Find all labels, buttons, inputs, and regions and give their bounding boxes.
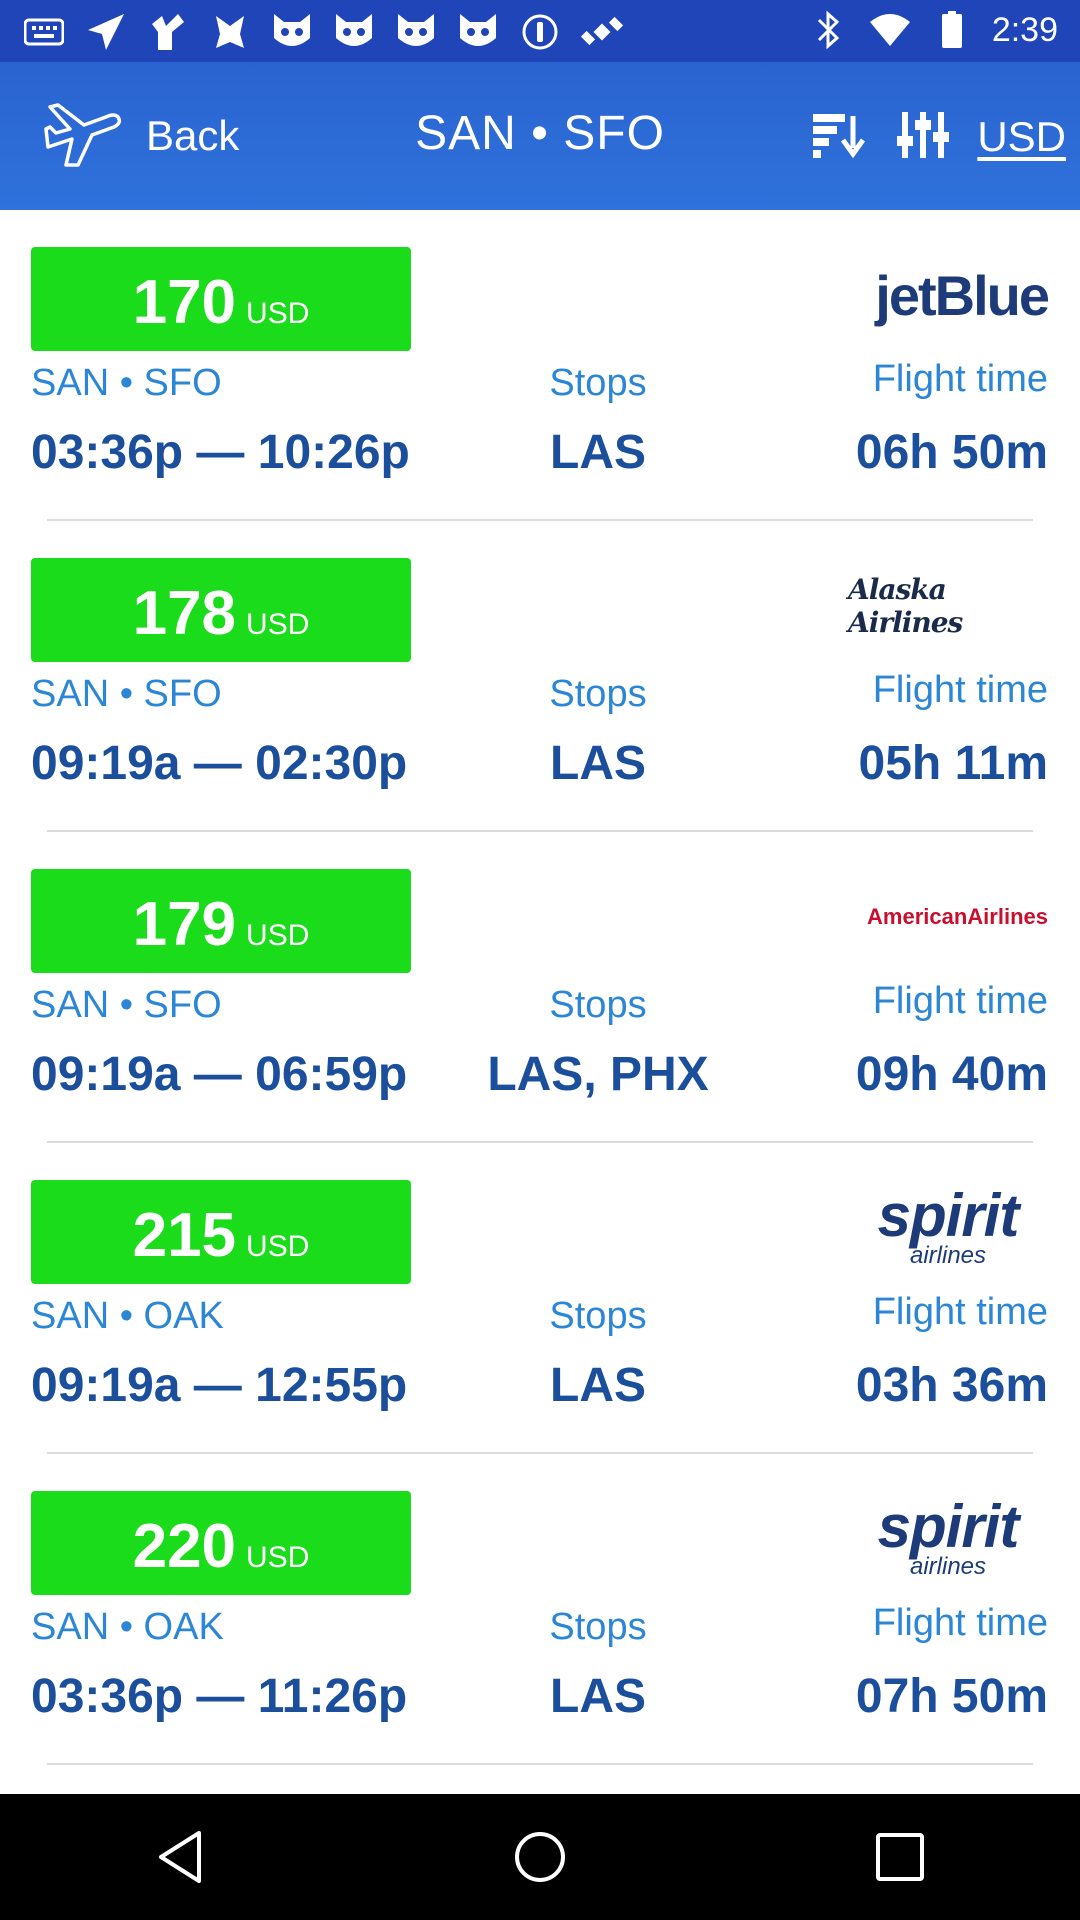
- status-bar: 2:39: [0, 0, 1080, 62]
- price-value: 170: [132, 268, 237, 337]
- nav-back-icon[interactable]: [120, 1797, 240, 1917]
- cat-icon: [394, 10, 438, 54]
- flight-time-label: Flight time: [872, 1291, 1048, 1333]
- cat-icon: [332, 10, 376, 54]
- back-label: Back: [146, 112, 240, 159]
- price-currency: USD: [246, 608, 310, 641]
- notification-icon: [22, 10, 66, 54]
- cat-icon: [270, 10, 314, 54]
- price-value: 179: [132, 890, 237, 959]
- route-separator: •: [531, 107, 549, 160]
- price-badge: 220 USD: [31, 1491, 411, 1595]
- airline-logo-american: AmericanAirlines: [867, 904, 1048, 929]
- system-nav-bar: [0, 1794, 1080, 1920]
- flight-time-label: Flight time: [872, 358, 1048, 400]
- flight-time-label: Flight time: [872, 980, 1048, 1022]
- flight-time-value: 06h 50m: [855, 426, 1048, 479]
- status-time: 2:39: [991, 11, 1058, 49]
- airline-logo-jetblue: jetBlue: [875, 263, 1050, 327]
- flight-time-value: 09h 40m: [855, 1048, 1048, 1101]
- divider: [47, 1763, 1033, 1765]
- price-badge: 215 USD: [31, 1180, 411, 1284]
- flight-card[interactable]: 178 USD Alaska Airlines SAN • SFO 09:19a…: [0, 521, 1080, 832]
- drawing-icon: [146, 10, 190, 54]
- airline-logo-alaska: Alaska Airlines: [848, 573, 963, 639]
- header-actions: USD: [809, 102, 1066, 172]
- app-bar: Back SAN • SFO USD: [0, 62, 1080, 210]
- price-value: 178: [132, 579, 237, 648]
- back-button[interactable]: Back: [44, 98, 239, 174]
- route-destination: SFO: [563, 107, 665, 160]
- status-right-icons: 2:39: [806, 8, 1058, 52]
- flight-time-label: Flight time: [872, 669, 1048, 711]
- nav-home-icon[interactable]: [480, 1797, 600, 1917]
- status-left-icons: [22, 10, 624, 54]
- route-origin: SAN: [415, 107, 517, 160]
- sort-icon[interactable]: [809, 110, 869, 165]
- flight-list: 170 USD jetBlue SAN • SFO 03:36p — 10:26…: [0, 210, 1080, 1765]
- nav-recents-icon[interactable]: [840, 1797, 960, 1917]
- flight-card[interactable]: 179 USD AmericanAirlines SAN • SFO 09:19…: [0, 832, 1080, 1143]
- cat-icon: [456, 10, 500, 54]
- price-value: 215: [132, 1201, 237, 1270]
- flight-time-label: Flight time: [872, 1602, 1048, 1644]
- flight-card[interactable]: 215 USD spirit airlines SAN • OAK 09:19a…: [0, 1143, 1080, 1454]
- send-icon: [84, 10, 128, 54]
- app-icon: [208, 10, 252, 54]
- price-currency: USD: [246, 297, 310, 330]
- airplane-icon: [44, 99, 124, 174]
- price-badge: 170 USD: [31, 247, 411, 351]
- price-currency: USD: [246, 1541, 310, 1574]
- battery-icon: [930, 8, 974, 52]
- flight-time-value: 07h 50m: [855, 1670, 1048, 1723]
- bluetooth-icon: [806, 8, 850, 52]
- price-currency: USD: [246, 919, 310, 952]
- filter-icon[interactable]: [895, 110, 951, 165]
- signal-icon: [518, 10, 562, 54]
- flight-card[interactable]: 220 USD spirit airlines SAN • OAK 03:36p…: [0, 1454, 1080, 1765]
- airline-logo-spirit: spirit airlines: [877, 1182, 1020, 1269]
- wifi-icon: [868, 8, 912, 52]
- satellite-icon: [580, 10, 624, 54]
- flight-card[interactable]: 170 USD jetBlue SAN • SFO 03:36p — 10:26…: [0, 210, 1080, 521]
- price-value: 220: [132, 1512, 237, 1581]
- price-currency: USD: [246, 1230, 310, 1263]
- flight-time-value: 05h 11m: [858, 737, 1048, 790]
- price-badge: 179 USD: [31, 869, 411, 973]
- flight-time-value: 03h 36m: [855, 1359, 1048, 1412]
- price-badge: 178 USD: [31, 558, 411, 662]
- currency-selector[interactable]: USD: [977, 113, 1066, 161]
- airline-logo-spirit: spirit airlines: [877, 1493, 1020, 1580]
